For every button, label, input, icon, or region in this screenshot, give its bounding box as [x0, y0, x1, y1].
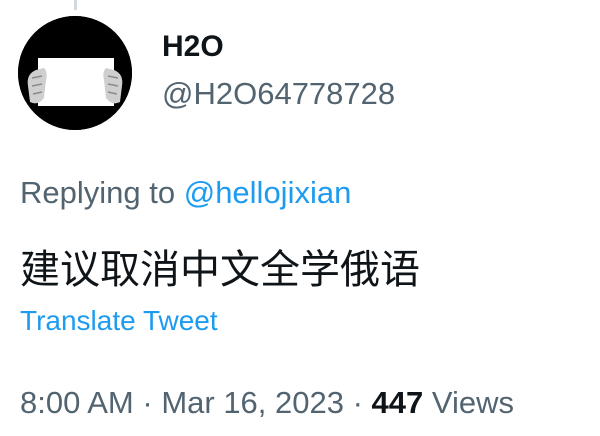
views-label: Views: [423, 385, 515, 420]
views-count: 447: [371, 385, 424, 420]
thread-connector-line: [74, 0, 77, 10]
translate-tweet-link[interactable]: Translate Tweet: [20, 304, 218, 338]
tweet-meta: 8:00 AM · Mar 16, 2023 · 447 Views: [20, 384, 514, 422]
tweet-time[interactable]: 8:00 AM: [20, 385, 134, 420]
replying-to-prefix: Replying to: [20, 175, 184, 210]
avatar-hands-holding-sign-icon: [18, 16, 132, 130]
replying-to-line: Replying to @hellojixian: [20, 174, 351, 212]
tweet-text: 建议取消中文全学俄语: [20, 248, 420, 292]
avatar[interactable]: [18, 16, 132, 130]
author-handle[interactable]: @H2O64778728: [162, 76, 395, 112]
reply-mention-link[interactable]: @hellojixian: [184, 175, 352, 210]
meta-separator: ·: [133, 385, 162, 420]
meta-separator: ·: [343, 385, 372, 420]
author-display-name[interactable]: H2O: [162, 30, 224, 64]
tweet-date[interactable]: Mar 16, 2023: [161, 385, 344, 420]
